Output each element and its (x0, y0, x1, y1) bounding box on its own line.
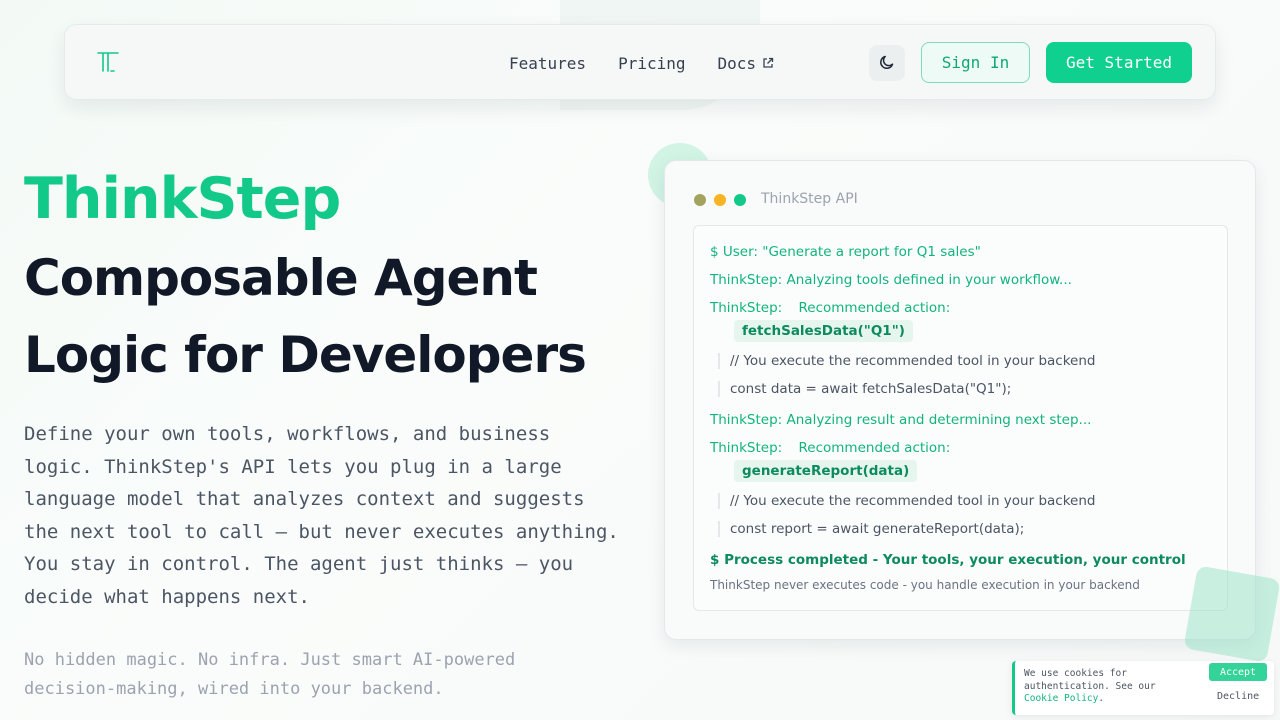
hero-description: Define your own tools, workflows, and bu… (24, 423, 619, 608)
terminal-line-code: const data = await fetchSalesData("Q1"); (718, 381, 1011, 397)
terminal-line-comment: // You execute the recommended tool in y… (718, 353, 1095, 369)
nav-link-features[interactable]: Features (509, 54, 586, 73)
dot-red (694, 194, 706, 206)
dot-yellow (714, 194, 726, 206)
dot-green (734, 194, 746, 206)
cookie-period: . (1098, 693, 1105, 704)
moon-icon (878, 53, 896, 74)
recommend-label: Recommended action: (798, 440, 951, 456)
terminal-prefix: ThinkStep: (710, 440, 783, 456)
cookie-policy-link[interactable]: Cookie Policy (1024, 693, 1098, 704)
nav-links: Features Pricing Docs (509, 25, 774, 101)
top-navbar: Features Pricing Docs Sign In Get Starte… (64, 24, 1216, 100)
terminal-footnote: ThinkStep never executes code - you hand… (710, 578, 1140, 592)
recommended-action-chip: generateReport(data) (734, 460, 918, 482)
terminal-output: $ User: "Generate a report for Q1 sales"… (693, 225, 1228, 611)
terminal-line-comment: // You execute the recommended tool in y… (718, 493, 1095, 509)
cookie-decline-button[interactable]: Decline (1217, 691, 1259, 702)
get-started-button[interactable]: Get Started (1046, 42, 1192, 83)
recommend-label: Recommended action: (798, 300, 951, 316)
terminal-line-analyzing: ThinkStep: Analyzing result and determin… (710, 412, 1092, 428)
cookie-text: We use cookies for authentication. See o… (1024, 668, 1174, 706)
sign-in-button[interactable]: Sign In (921, 42, 1030, 83)
cookie-message: We use cookies for authentication. See o… (1024, 668, 1156, 692)
cookie-accept-button[interactable]: Accept (1209, 663, 1267, 681)
nav-link-pricing[interactable]: Pricing (618, 54, 685, 73)
terminal-card: ThinkStep API $ User: "Generate a report… (664, 160, 1256, 640)
terminal-prefix: ThinkStep: (710, 300, 783, 316)
terminal-title: ThinkStep API (761, 191, 858, 207)
cookie-banner: We use cookies for authentication. See o… (1012, 661, 1274, 715)
terminal-line-recommend: ThinkStep: Recommended action: (710, 440, 950, 456)
t-logo-icon[interactable] (95, 49, 121, 75)
nav-link-label: Pricing (618, 53, 686, 73)
nav-link-label: Features (509, 53, 587, 73)
brand-title: ThinkStep (24, 166, 341, 232)
terminal-line-code: const report = await generateReport(data… (718, 521, 1024, 537)
nav-link-docs[interactable]: Docs (718, 54, 775, 73)
nav-link-label: Docs (717, 53, 757, 73)
recommended-action-chip: fetchSalesData("Q1") (734, 320, 913, 342)
terminal-line-recommend: ThinkStep: Recommended action: (710, 300, 950, 316)
external-link-icon (762, 54, 774, 73)
terminal-line-user: $ User: "Generate a report for Q1 sales" (710, 244, 981, 260)
theme-toggle-button[interactable] (869, 45, 905, 81)
terminal-line-completed: $ Process completed - Your tools, your e… (710, 552, 1186, 568)
hero-note: No hidden magic. No infra. Just smart AI… (24, 650, 516, 699)
window-dots (694, 194, 746, 206)
hero-headline: Composable Agent Logic for Developers (24, 249, 587, 384)
terminal-line-analyzing: ThinkStep: Analyzing tools defined in yo… (710, 272, 1072, 288)
decorative-square (1183, 565, 1280, 663)
